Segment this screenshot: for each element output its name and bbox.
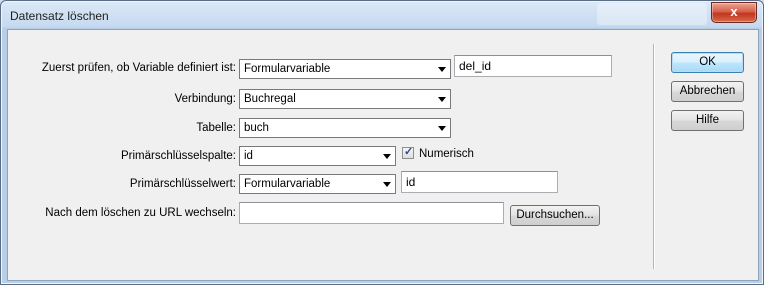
connection-select[interactable]: Buchregal [239,89,451,109]
ok-button[interactable]: OK [671,52,744,73]
table-label: Tabelle: [196,122,236,134]
table-select[interactable]: buch [239,118,451,138]
primary-key-value-label: Primärschlüsselwert: [129,178,236,190]
check-variable-label: Zuerst prüfen, ob Variable definiert ist… [41,62,236,74]
close-button[interactable]: x [711,2,757,23]
check-variable-input[interactable]: del_id [454,55,612,77]
chevron-down-icon [438,97,446,102]
chevron-down-icon [438,126,446,131]
primary-key-column-select-value: id [244,150,253,162]
connection-select-value: Buchregal [244,93,296,105]
background-window-glimpse [597,3,707,25]
primary-key-column-select[interactable]: id [239,146,396,166]
vertical-separator [653,44,654,269]
dialog-content: Zuerst prüfen, ob Variable definiert ist… [7,29,759,281]
chevron-down-icon [383,182,391,187]
cancel-button[interactable]: Abbrechen [671,81,744,102]
title-bar[interactable]: Datensatz löschen x [1,1,763,29]
connection-label: Verbindung: [174,93,236,105]
help-button[interactable]: Hilfe [671,110,744,131]
browse-button[interactable]: Durchsuchen... [510,205,600,226]
primary-key-value-input[interactable]: id [401,171,558,193]
chevron-down-icon [438,67,446,72]
window-title: Datensatz löschen [10,9,109,23]
numeric-checkbox-label: Numerisch [419,148,474,160]
redirect-url-label: Nach dem löschen zu URL wechseln: [45,207,236,219]
check-variable-select[interactable]: Formularvariable [239,59,451,79]
primary-key-value-select-value: Formularvariable [244,178,331,190]
primary-key-column-label: Primärschlüsselspalte: [120,150,236,162]
chevron-down-icon [383,154,391,159]
checkmark-icon: ✓ [404,146,414,158]
primary-key-value-select[interactable]: Formularvariable [239,174,396,194]
dialog-window: Datensatz löschen x Zuerst prüfen, ob Va… [0,0,764,285]
table-select-value: buch [244,122,269,134]
redirect-url-input[interactable] [239,202,504,224]
numeric-checkbox[interactable]: ✓ [402,146,414,159]
check-variable-select-value: Formularvariable [244,63,331,75]
